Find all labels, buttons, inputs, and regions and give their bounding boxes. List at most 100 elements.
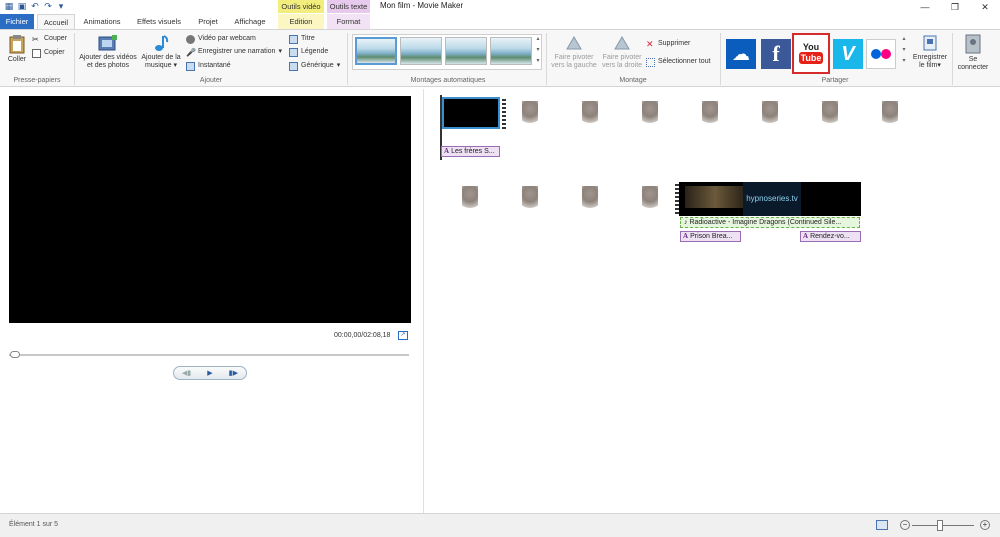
video-clip-hypnoseries[interactable]: hypnoseries.tv — [675, 182, 861, 216]
save-movie-label-1: Enregistrer — [912, 54, 948, 61]
scissors-icon: ✂ — [32, 34, 39, 44]
title-button[interactable]: Titre — [289, 34, 315, 44]
youtube-logo-line1: You — [802, 42, 820, 52]
redo-icon[interactable]: ↷ — [43, 1, 53, 11]
film-sprocket — [502, 97, 506, 131]
fullscreen-preview-icon[interactable]: ↗ — [398, 331, 408, 340]
tab-format[interactable]: Format — [327, 14, 370, 29]
caption-text: Rendez-vo... — [810, 233, 850, 240]
minimize-button[interactable]: — — [910, 0, 940, 14]
thumbnail-size-icon[interactable] — [876, 520, 888, 530]
video-clip-row-2[interactable] — [440, 182, 675, 216]
caption-button[interactable]: Légende — [289, 47, 328, 57]
record-narration-button[interactable]: 🎤 Enregistrer une narration ▾ — [186, 47, 282, 57]
webcam-video-button[interactable]: Vidéo par webcam — [186, 34, 256, 44]
rotate-right-label-1: Faire pivoter — [602, 54, 642, 61]
save-movie-icon — [923, 35, 937, 51]
clip-frame — [800, 97, 860, 131]
zoom-slider-handle[interactable] — [937, 520, 943, 531]
cut-button[interactable]: ✂ Couper — [32, 34, 67, 44]
add-videos-photos-button[interactable]: Ajouter des vidéos et des photos — [78, 34, 138, 70]
gallery-up-icon[interactable]: ▴ — [534, 34, 542, 45]
film-sprocket — [675, 182, 679, 216]
caption-item[interactable]: A Les frères S... — [441, 146, 500, 157]
separator — [546, 33, 547, 85]
rotate-right-button[interactable]: Faire pivoter vers la droite — [598, 34, 646, 70]
snapshot-button[interactable]: Instantané — [186, 61, 231, 71]
zoom-slider[interactable] — [912, 525, 974, 526]
undo-icon[interactable]: ↶ — [30, 1, 40, 11]
flickr-share-button[interactable] — [866, 39, 896, 69]
app-icon[interactable]: ▦ — [4, 1, 14, 11]
gallery-more-icon[interactable]: ▾ — [534, 56, 542, 67]
automovie-gallery — [352, 34, 542, 70]
vimeo-share-button[interactable]: V — [833, 39, 863, 69]
copy-button[interactable]: Copier — [32, 48, 65, 58]
clip-frame — [500, 182, 560, 216]
tab-home[interactable]: Accueil — [37, 14, 75, 29]
tab-visual-effects[interactable]: Effets visuels — [134, 14, 184, 29]
caption-label: Légende — [301, 48, 329, 55]
rotate-right-label-2: vers la droite — [601, 62, 643, 69]
caption-item[interactable]: A Prison Brea... — [680, 231, 741, 242]
music-track[interactable]: ♪ Radioactive - Imagine Dragons (Continu… — [680, 217, 860, 228]
seek-bar[interactable] — [9, 354, 409, 356]
snapshot-icon — [186, 61, 195, 71]
ribbon-tabs: Fichier Accueil Animations Effets visuel… — [0, 14, 1000, 29]
tab-view[interactable]: Affichage — [230, 14, 270, 29]
play-icon[interactable]: ▶ — [207, 369, 212, 377]
tab-edit[interactable]: Edition — [278, 14, 324, 29]
close-button[interactable]: ✕ — [970, 0, 1000, 14]
onedrive-share-button[interactable]: ☁ — [726, 39, 756, 69]
caption-icon — [289, 47, 298, 57]
microphone-icon: 🎤 — [186, 47, 196, 57]
automovie-theme-3[interactable] — [445, 37, 487, 65]
save-icon[interactable]: ▣ — [17, 1, 27, 11]
automovie-theme-1[interactable] — [355, 37, 397, 65]
automovie-theme-2[interactable] — [400, 37, 442, 65]
tab-animations[interactable]: Animations — [79, 14, 125, 29]
customize-qat-icon[interactable]: ▾ — [56, 1, 66, 11]
share-more-icon[interactable]: ▾ — [900, 56, 908, 67]
title-clip-selected[interactable] — [442, 97, 500, 129]
add-music-button[interactable]: Ajouter de la musique ▾ — [139, 34, 183, 70]
rotate-left-button[interactable]: Faire pivoter vers la gauche — [550, 34, 598, 70]
copy-icon — [32, 48, 41, 58]
seek-handle[interactable] — [10, 351, 20, 358]
previous-frame-icon[interactable]: ◀▮ — [182, 369, 191, 377]
automovie-theme-4[interactable] — [490, 37, 532, 65]
next-frame-icon[interactable]: ▮▶ — [229, 369, 238, 377]
group-clipboard-label: Presse-papiers — [13, 77, 61, 84]
maximize-button[interactable]: ❐ — [940, 0, 970, 14]
zoom-out-icon[interactable]: − — [900, 520, 910, 530]
tab-file[interactable]: Fichier — [0, 14, 34, 29]
tab-project[interactable]: Projet — [194, 14, 222, 29]
caption-item[interactable]: A Rendez-vo... — [800, 231, 861, 242]
facebook-share-button[interactable]: f — [761, 39, 791, 69]
share-up-icon[interactable]: ▴ — [900, 34, 908, 45]
rotate-right-icon — [614, 36, 630, 50]
remove-button[interactable]: ✕ Supprimer — [646, 39, 690, 49]
gallery-down-icon[interactable]: ▾ — [534, 45, 542, 56]
sign-in-label-2: connecter — [957, 64, 989, 71]
rotate-left-label-1: Faire pivoter — [554, 54, 594, 61]
video-clip-row-1[interactable] — [440, 97, 920, 131]
caption-text: Les frères S... — [451, 148, 495, 155]
clip-frame — [620, 182, 675, 216]
preview-monitor[interactable] — [9, 96, 411, 323]
credits-button[interactable]: Générique ▾ — [289, 61, 340, 71]
music-note-icon — [155, 35, 169, 51]
sign-in-button[interactable]: Se connecter — [955, 34, 991, 72]
save-movie-button[interactable]: Enregistrer le film▾ — [910, 34, 950, 70]
youtube-share-button[interactable]: You Tube — [796, 37, 826, 69]
clip-frame — [440, 182, 500, 216]
youtube-logo-line2: Tube — [798, 52, 824, 64]
paste-button[interactable]: Coller — [4, 34, 30, 64]
select-all-button[interactable]: Sélectionner tout — [646, 57, 711, 67]
zoom-in-icon[interactable]: + — [980, 520, 990, 530]
window-controls: — ❐ ✕ — [910, 0, 1000, 14]
share-down-icon[interactable]: ▾ — [900, 45, 908, 56]
webcam-icon — [186, 34, 195, 44]
pane-splitter[interactable] — [423, 89, 424, 513]
add-videos-label-2: et des photos — [86, 62, 130, 69]
